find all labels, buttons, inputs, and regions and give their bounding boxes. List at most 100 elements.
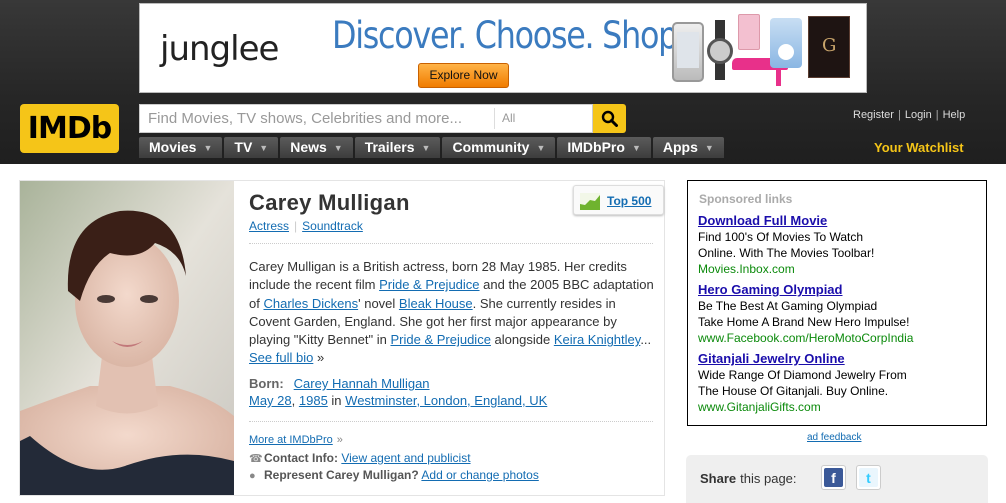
nav-tv[interactable]: TV ▼ [224,137,279,158]
sponsored-ad[interactable]: Hero Gaming Olympiad Be The Best At Gami… [698,282,983,346]
pride-prejudice-link-2[interactable]: Pride & Prejudice [390,332,490,347]
twitter-icon[interactable]: t [856,465,881,490]
nav-trailers[interactable]: Trailers ▼ [354,137,441,158]
caret-down-icon: ▼ [203,143,213,153]
birth-year-link[interactable]: 1985 [299,393,328,408]
see-full-bio-link[interactable]: See full bio [249,350,313,365]
junglee-logo: junglee [160,29,279,69]
nav-label: Movies [149,139,197,155]
search-icon [601,110,618,127]
share-label: Share this page: [700,471,797,486]
ad-feedback-link[interactable]: ad feedback [807,432,862,443]
charles-dickens-link[interactable]: Charles Dickens [263,296,358,311]
keira-knightley-link[interactable]: Keira Knightley [554,332,640,347]
watch-image [706,20,734,80]
caret-down-icon: ▼ [259,143,269,153]
caret-down-icon: ▼ [631,143,641,153]
agent-publicist-link[interactable]: View agent and publicist [341,451,470,465]
contact-label: Contact Info: [264,451,338,465]
search-input[interactable] [140,105,492,132]
help-link[interactable]: Help [943,109,966,121]
header-bar: junglee Discover. Choose. Shop. Explore … [0,0,1006,164]
nav-label: IMDbPro [567,139,625,155]
divider [249,421,653,422]
person-name: Carey Mulligan [249,190,410,215]
portrait-image [20,181,234,495]
pride-prejudice-link[interactable]: Pride & Prejudice [379,277,479,292]
more-arrow: » [336,434,343,446]
ad-product-images [670,8,865,90]
sponsored-ad[interactable]: Gitanjali Jewelry Online Wide Range Of D… [698,351,983,415]
add-photos-link[interactable]: Add or change photos [421,468,538,482]
separator: | [294,219,298,233]
birth-place-link[interactable]: Westminster, London, England, UK [345,393,547,408]
search-category-select[interactable]: All [502,105,592,132]
login-link[interactable]: Login [905,109,932,121]
nav-imdbpro[interactable]: IMDbPro ▼ [557,137,651,158]
bleak-house-link[interactable]: Bleak House [399,296,473,311]
nav-apps[interactable]: Apps ▼ [652,137,724,158]
bio-text: » [313,350,325,366]
top500-badge[interactable]: Top 500 [573,185,664,215]
divider [249,243,653,244]
imdb-logo[interactable]: IMDb [20,104,119,153]
facebook-icon[interactable]: f [821,465,846,490]
register-link[interactable]: Register [853,109,894,121]
ad-url[interactable]: www.Facebook.com/HeroMotoCorpIndia [698,330,983,346]
ad-headline[interactable]: Hero Gaming Olympiad [698,282,983,298]
perfume-image [738,14,760,50]
birth-date-link[interactable]: May 28 [249,393,292,408]
book-image [808,16,850,78]
nav-news[interactable]: News ▼ [280,137,353,158]
search-button[interactable] [593,104,626,133]
sponsored-ad[interactable]: Download Full Movie Find 100's Of Movies… [698,213,983,277]
share-title: Share [700,471,737,486]
person-photo[interactable] [20,181,234,495]
born-in-text: in [331,393,342,408]
bio-text: ... [640,332,652,348]
professions: Actress | Soundtrack [249,219,363,233]
caret-down-icon: ▼ [536,143,546,153]
junglee-banner-ad[interactable]: junglee Discover. Choose. Shop. Explore … [139,3,867,93]
born-info: Born: Carey Hannah Mulligan May 28, 1985 … [249,376,548,408]
share-suffix: this page: [740,471,797,486]
separator: | [935,109,939,121]
music-player-image [770,18,802,68]
ad-headline[interactable]: Download Full Movie [698,213,983,229]
nav-label: Community [452,139,530,155]
ad-url[interactable]: Movies.Inbox.com [698,261,983,277]
bio-text: ' novel [358,295,399,311]
represent-info: ● Represent Carey Mulligan? Add or change… [249,468,539,482]
bio-text: alongside [490,332,554,348]
contact-info: ☎Contact Info: View agent and publicist [249,451,471,465]
explore-now-button[interactable]: Explore Now [418,63,509,88]
phone-icon: ☎ [249,453,263,465]
person-icon: ● [249,470,256,482]
ad-tagline: Discover. Choose. Shop. [332,14,687,57]
main-nav: Movies ▼ TV ▼ News ▼ Trailers ▼ Community ▼ I… [139,137,726,158]
imdbpro-link[interactable]: More at IMDbPro [249,434,333,446]
ad-text: Find 100's Of Movies To Watch [698,230,864,244]
nav-label: Apps [662,139,698,155]
rising-chart-icon [580,193,600,210]
search-divider [494,108,495,129]
ad-url[interactable]: www.GitanjaliGifts.com [698,399,983,415]
born-label: Born: [249,376,284,391]
phone-image [672,22,704,82]
birth-name-link[interactable]: Carey Hannah Mulligan [294,376,430,391]
caret-down-icon: ▼ [704,143,714,153]
ad-text: Online. With The Movies Toolbar! [698,246,875,260]
watchlist-link[interactable]: Your Watchlist [874,140,964,155]
profession-actress-link[interactable]: Actress [249,219,289,233]
ad-text: Wide Range Of Diamond Jewelry From [698,368,907,382]
nav-movies[interactable]: Movies ▼ [139,137,223,158]
nav-label: TV [234,139,253,155]
nav-community[interactable]: Community ▼ [442,137,556,158]
profession-soundtrack-link[interactable]: Soundtrack [302,219,363,233]
ad-headline[interactable]: Gitanjali Jewelry Online [698,351,983,367]
search-box: All [139,104,593,133]
top500-link[interactable]: Top 500 [607,194,651,208]
ad-text: The House Of Gitanjali. Buy Online. [698,384,889,398]
biography: Carey Mulligan is a British actress, bor… [249,258,657,368]
caret-down-icon: ▼ [421,143,431,153]
